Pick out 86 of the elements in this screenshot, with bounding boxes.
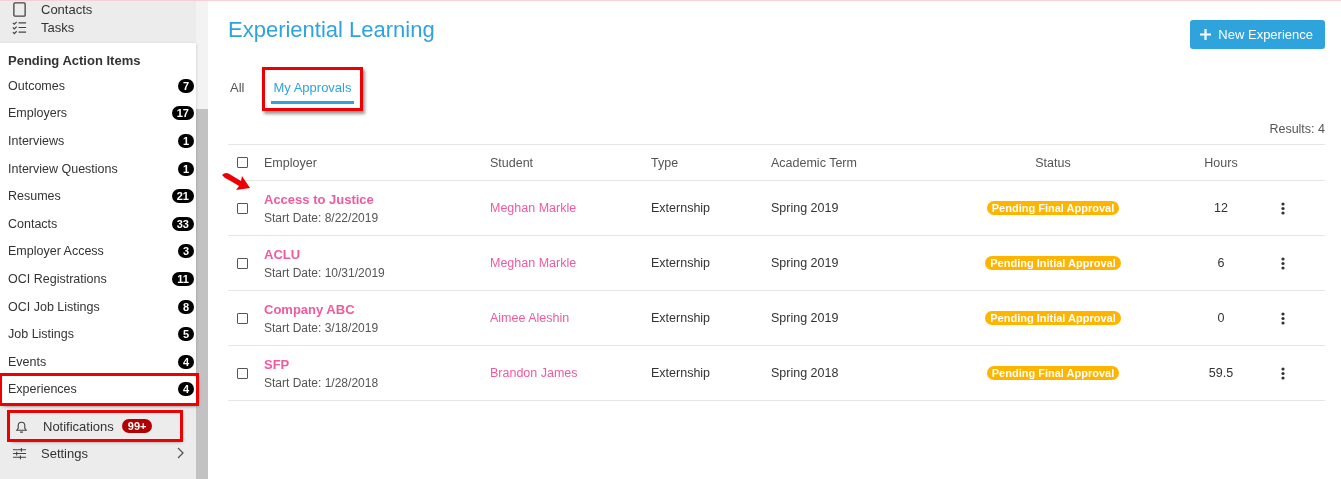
count-badge: 5 [177,327,194,342]
results-count: Results: 4 [1269,122,1325,136]
table-cell-text: Spring 2019 [771,256,840,270]
more-options-icon[interactable] [1281,311,1285,325]
item-label: Interviews [8,134,65,148]
count-badge: 4 [177,382,194,397]
item-label: Contacts [8,216,58,231]
count-badge: 1 [177,134,194,148]
pending-item[interactable]: Employers 17 [8,99,196,128]
pending-item[interactable]: Job Listings 5 [8,320,196,348]
row-checkbox[interactable] [237,312,248,324]
item-label: Experiences [8,382,77,397]
start-date: Start Date: 10/31/2019 [264,265,386,280]
table-cell: 6 [1217,256,1225,270]
scrollbar-thumb[interactable] [196,109,208,479]
count-badge: 3 [177,244,194,259]
row-checkbox[interactable] [237,257,248,269]
row-checkbox[interactable] [237,367,248,379]
column-header[interactable]: Type [651,155,771,170]
count-badge: 7 [177,78,194,93]
table-cell-text: Spring 2019 [771,201,840,215]
pending-item[interactable]: Outcomes 7 [8,72,196,100]
table-cell-text: Externship [651,256,712,270]
page-title: Experiential Learning [228,17,435,43]
select-all-checkbox[interactable] [237,157,248,168]
status-badge: Pending Final Approval [986,201,1120,215]
table-cell-text: Spring 2019 [771,311,840,325]
table-cell-text: Externship [651,311,712,325]
item-label: OCI Registrations [8,271,107,286]
start-date: Start Date: 8/22/2019 [264,210,380,225]
column-header[interactable]: Student [490,155,651,170]
count-badge: 1 [177,161,194,176]
sliders-icon [12,445,27,461]
status-badge: Pending Initial Approval [985,311,1121,325]
count-badge: 11 [172,271,194,286]
nav-item[interactable]: Tasks [41,19,75,35]
pending-item[interactable]: Events 4 [8,347,196,376]
item-label: OCI Job Listings [8,299,100,314]
row-checkbox[interactable] [237,202,248,214]
item-label: Outcomes [8,78,65,93]
status-badge: Pending Final Approval [986,366,1120,380]
item-label: Events [8,354,47,369]
item-label: Resumes [8,189,61,204]
item-label: Employer Access [8,244,104,259]
pending-item[interactable]: Interviews 1 [8,127,196,155]
pending-item[interactable]: OCI Registrations 11 [8,265,196,293]
chevron-right-icon [176,447,184,460]
start-date: Start Date: 1/28/2018 [264,375,380,390]
more-options-icon[interactable] [1281,201,1285,215]
panel-title: Pending Action Items [8,52,142,70]
item-label: Job Listings [8,327,74,342]
checklist-icon [12,19,27,35]
column-header[interactable]: Academic Term [771,155,941,170]
pending-item[interactable]: Employer Access 3 [8,237,196,266]
status-badge: Pending Initial Approval [985,256,1121,270]
table-cell-text: Externship [651,366,712,380]
plus-icon [1200,29,1212,40]
more-options-icon[interactable] [1281,256,1285,270]
start-date: Start Date: 3/18/2019 [264,320,380,335]
count-badge: 21 [171,189,194,204]
table-cell: 0 [1217,311,1225,325]
table-cell: 59.5 [1208,366,1234,380]
item-label: Employers [8,106,68,121]
count-badge: 33 [171,216,194,231]
column-header[interactable]: Status [1035,155,1071,170]
table-cell: 12 [1214,201,1228,215]
pending-item[interactable]: Contacts 33 [8,209,196,238]
count-badge: 99+ [121,419,153,434]
item-label: Notifications [43,418,114,434]
nav-item[interactable]: Settings [41,445,88,461]
column-header[interactable]: Employer [264,155,490,170]
table-cell-text: Externship [651,201,712,215]
count-badge: 4 [177,354,194,369]
count-badge: 8 [177,299,194,314]
tab[interactable]: All [228,76,247,104]
column-header[interactable]: Hours [1204,155,1238,170]
item-label: Interview Questions [8,161,118,176]
pending-item[interactable]: Experiences 4 [2,375,196,404]
pending-item[interactable]: Interview Questions 1 [8,154,196,183]
pending-item[interactable]: OCI Job Listings 8 [8,292,196,321]
nav-item[interactable]: Contacts [41,2,93,17]
more-options-icon[interactable] [1281,366,1285,380]
table-cell-text: Spring 2018 [771,366,840,380]
pending-item[interactable]: Resumes 21 [8,182,196,210]
notifications-item[interactable]: Notifications 99+ [10,413,180,440]
count-badge: 17 [171,106,194,121]
